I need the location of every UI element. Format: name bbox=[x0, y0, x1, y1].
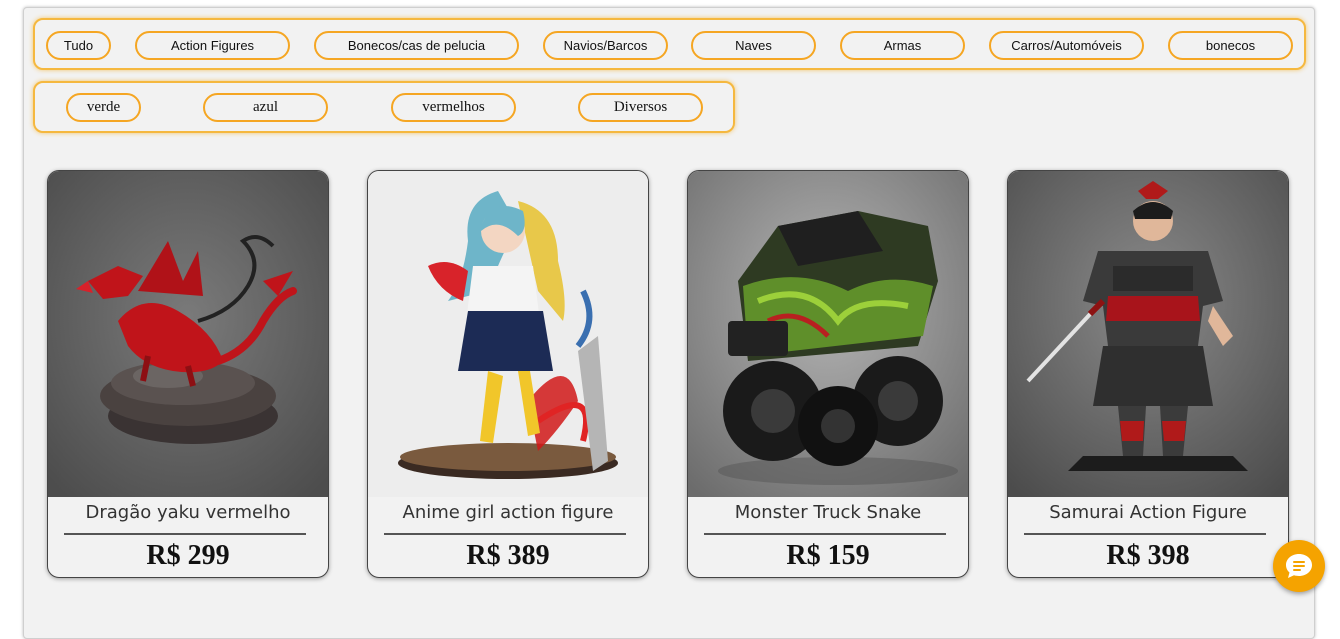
product-price: R$ 159 bbox=[786, 540, 870, 571]
color-filter-bar: verde azul vermelhos Diversos bbox=[33, 81, 735, 133]
filter-diversos[interactable]: Diversos bbox=[578, 93, 703, 122]
filter-azul[interactable]: azul bbox=[203, 93, 328, 122]
filter-navios-barcos[interactable]: Navios/Barcos bbox=[543, 31, 668, 60]
product-card[interactable]: Dragão yaku vermelho R$ 299 bbox=[47, 170, 329, 578]
product-divider bbox=[704, 533, 946, 535]
filter-armas[interactable]: Armas bbox=[840, 31, 965, 60]
anime-girl-figure-image bbox=[368, 171, 648, 497]
product-price: R$ 389 bbox=[466, 540, 550, 571]
product-card[interactable]: Anime girl action figure R$ 389 bbox=[367, 170, 649, 578]
filter-vermelhos[interactable]: vermelhos bbox=[391, 93, 516, 122]
product-divider bbox=[1024, 533, 1266, 535]
product-price: R$ 299 bbox=[146, 540, 230, 571]
filter-bonecos[interactable]: bonecos bbox=[1168, 31, 1293, 60]
filter-carros-automoveis[interactable]: Carros/Automóveis bbox=[989, 31, 1144, 60]
product-name: Anime girl action figure bbox=[402, 502, 614, 523]
product-name: Samurai Action Figure bbox=[1049, 502, 1247, 523]
product-name: Dragão yaku vermelho bbox=[85, 502, 291, 523]
product-price: R$ 398 bbox=[1106, 540, 1190, 571]
monster-truck-toy-image bbox=[688, 171, 968, 497]
product-divider bbox=[64, 533, 306, 535]
category-filter-bar: Tudo Action Figures Bonecos/cas de peluc… bbox=[33, 18, 1306, 70]
filter-verde[interactable]: verde bbox=[66, 93, 141, 122]
product-card[interactable]: Monster Truck Snake R$ 159 bbox=[687, 170, 969, 578]
filter-bonecos-pelucia[interactable]: Bonecos/cas de pelucia bbox=[314, 31, 519, 60]
chat-bubble-icon bbox=[1286, 554, 1312, 578]
red-dragon-figure-image bbox=[48, 171, 328, 497]
product-name: Monster Truck Snake bbox=[734, 502, 922, 523]
samurai-figure-image bbox=[1008, 171, 1288, 497]
chat-button[interactable] bbox=[1273, 540, 1325, 592]
filter-action-figures[interactable]: Action Figures bbox=[135, 31, 290, 60]
filter-naves[interactable]: Naves bbox=[691, 31, 816, 60]
product-card[interactable]: Samurai Action Figure R$ 398 bbox=[1007, 170, 1289, 578]
filter-tudo[interactable]: Tudo bbox=[46, 31, 111, 60]
product-divider bbox=[384, 533, 626, 535]
